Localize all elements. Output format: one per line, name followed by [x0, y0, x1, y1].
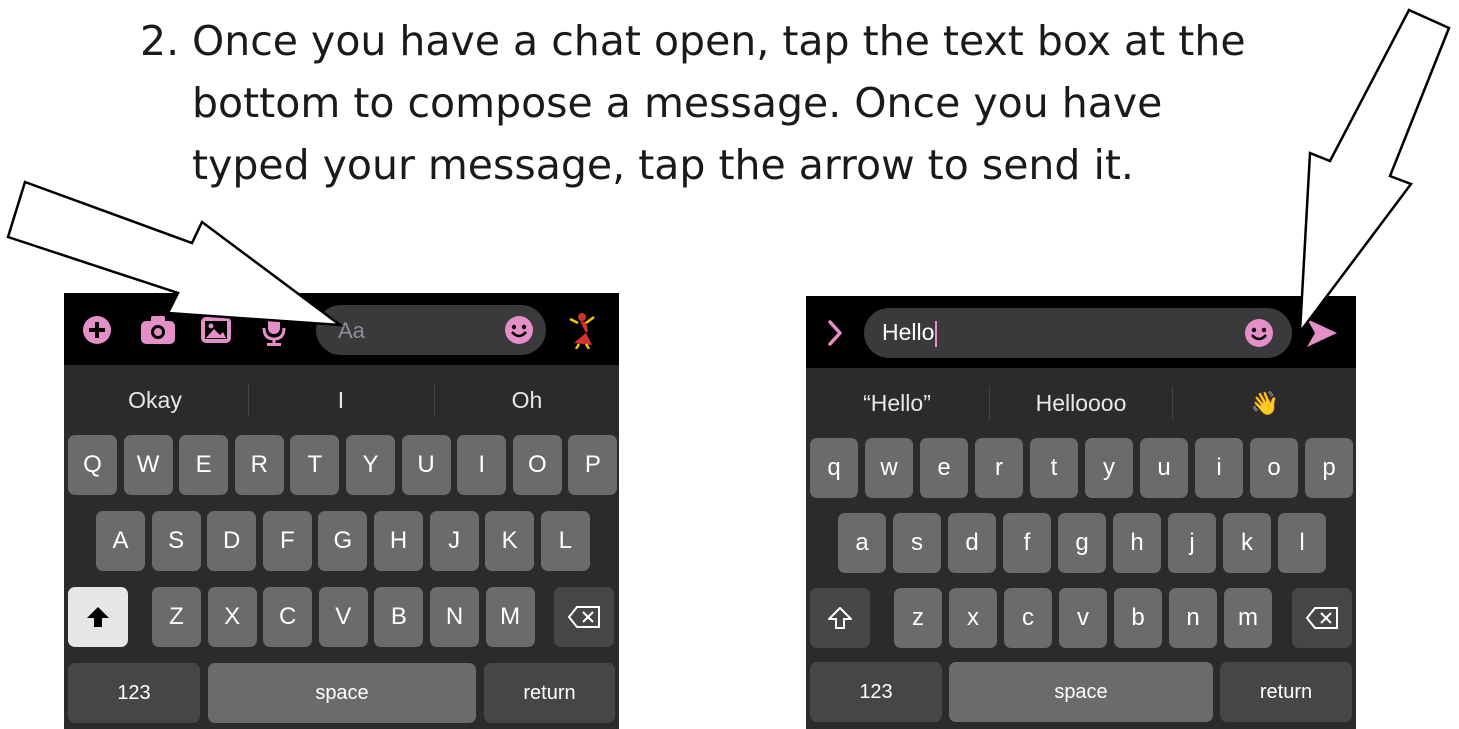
text-box-value: Hello	[882, 319, 938, 347]
suggestion-3[interactable]: Oh	[436, 387, 618, 414]
key-t[interactable]: t	[1030, 438, 1078, 498]
instruction-line-2: bottom to compose a message. Once you ha…	[192, 79, 1163, 127]
key-m[interactable]: M	[485, 587, 535, 647]
shift-key[interactable]	[68, 587, 128, 647]
key-z[interactable]: z	[894, 588, 942, 648]
key-j[interactable]: J	[429, 511, 479, 571]
plus-icon[interactable]	[82, 315, 112, 345]
key-n[interactable]: n	[1169, 588, 1217, 648]
keyboard-panel-uppercase: Aa Okay I Oh QWERTYUIOPASDFGHJKLZXCVBNM …	[64, 293, 619, 729]
message-text-box[interactable]: Hello	[864, 308, 1292, 358]
space-key[interactable]: space	[208, 663, 476, 723]
smiley-icon[interactable]	[1244, 318, 1274, 348]
key-g[interactable]: G	[318, 511, 368, 571]
suggestion-2[interactable]: I	[250, 387, 432, 414]
camera-icon[interactable]	[140, 314, 176, 346]
gallery-icon[interactable]	[200, 314, 232, 346]
chevron-right-icon[interactable]	[824, 318, 846, 348]
key-f[interactable]: f	[1003, 513, 1051, 573]
key-o[interactable]: O	[512, 435, 562, 495]
instruction-line-3: typed your message, tap the arrow to sen…	[192, 141, 1134, 189]
numbers-key[interactable]: 123	[810, 662, 942, 722]
key-z[interactable]: Z	[152, 587, 201, 647]
key-d[interactable]: d	[948, 513, 996, 573]
key-x[interactable]: x	[949, 588, 997, 648]
message-toolbar: Hello	[806, 296, 1356, 368]
key-f[interactable]: F	[262, 511, 312, 571]
send-arrow-icon[interactable]	[1304, 316, 1340, 350]
key-u[interactable]: U	[401, 435, 451, 495]
key-s[interactable]: s	[893, 513, 941, 573]
key-b[interactable]: B	[374, 587, 424, 647]
key-e[interactable]: e	[920, 438, 968, 498]
numbers-key[interactable]: 123	[68, 663, 200, 723]
key-c[interactable]: c	[1004, 588, 1052, 648]
key-h[interactable]: h	[1113, 513, 1161, 573]
instruction-text: 2. Once you have a chat open, tap the te…	[140, 10, 1320, 196]
key-d[interactable]: D	[207, 511, 257, 571]
key-i[interactable]: i	[1195, 438, 1243, 498]
suggestion-3-wave-emoji[interactable]: 👋	[1174, 390, 1356, 417]
microphone-icon[interactable]	[260, 313, 288, 347]
shift-key[interactable]	[810, 588, 870, 648]
key-l[interactable]: l	[1278, 513, 1326, 573]
key-h[interactable]: H	[374, 511, 423, 571]
delete-key[interactable]	[554, 587, 614, 647]
key-s[interactable]: S	[151, 511, 201, 571]
key-g[interactable]: g	[1058, 513, 1106, 573]
key-x[interactable]: X	[207, 587, 257, 647]
return-key[interactable]: return	[484, 663, 615, 723]
shift-outline-icon	[828, 607, 852, 629]
suggestion-1[interactable]: Okay	[64, 387, 246, 414]
key-q[interactable]: Q	[68, 435, 117, 495]
instruction-line-1: Once you have a chat open, tap the text …	[192, 17, 1246, 65]
return-key[interactable]: return	[1220, 662, 1352, 722]
key-w[interactable]: w	[865, 438, 913, 498]
smiley-icon[interactable]	[504, 315, 534, 345]
message-text-box[interactable]: Aa	[316, 305, 546, 355]
dancer-emoji-icon[interactable]	[564, 311, 598, 349]
key-r[interactable]: R	[234, 435, 284, 495]
key-e[interactable]: E	[179, 435, 229, 495]
delete-icon	[1305, 607, 1338, 629]
suggestion-divider	[1172, 386, 1173, 420]
key-l[interactable]: L	[540, 511, 590, 571]
key-i[interactable]: I	[457, 435, 507, 495]
key-k[interactable]: K	[485, 511, 535, 571]
key-t[interactable]: T	[290, 435, 340, 495]
suggestion-divider	[434, 383, 435, 417]
text-box-placeholder: Aa	[338, 318, 365, 343]
step-number: 2.	[140, 17, 180, 65]
key-q[interactable]: q	[810, 438, 858, 498]
key-p[interactable]: P	[568, 435, 618, 495]
key-u[interactable]: u	[1140, 438, 1188, 498]
key-y[interactable]: y	[1085, 438, 1133, 498]
key-c[interactable]: C	[263, 587, 313, 647]
suggestion-2[interactable]: Helloooo	[990, 390, 1172, 417]
key-y[interactable]: Y	[346, 435, 395, 495]
text-caret	[935, 320, 938, 347]
key-k[interactable]: k	[1223, 513, 1271, 573]
key-a[interactable]: a	[838, 513, 886, 573]
shift-filled-icon	[87, 607, 109, 627]
key-p[interactable]: p	[1305, 438, 1353, 498]
key-j[interactable]: j	[1168, 513, 1216, 573]
message-toolbar: Aa	[64, 293, 619, 365]
key-a[interactable]: A	[96, 511, 145, 571]
delete-key[interactable]	[1292, 588, 1352, 648]
key-b[interactable]: b	[1114, 588, 1162, 648]
key-m[interactable]: m	[1224, 588, 1272, 648]
key-v[interactable]: v	[1059, 588, 1107, 648]
suggestion-divider	[248, 383, 249, 417]
key-w[interactable]: W	[123, 435, 173, 495]
key-r[interactable]: r	[975, 438, 1023, 498]
key-n[interactable]: N	[430, 587, 479, 647]
right-pointer-arrow	[1298, 8, 1451, 337]
keyboard-panel-lowercase: Hello “Hello” Helloooo 👋 qwertyuiop asdfg…	[806, 296, 1356, 729]
space-key[interactable]: space	[949, 662, 1213, 722]
suggestion-1[interactable]: “Hello”	[806, 390, 988, 417]
key-o[interactable]: o	[1250, 438, 1298, 498]
delete-icon	[567, 606, 600, 628]
key-v[interactable]: V	[318, 587, 368, 647]
